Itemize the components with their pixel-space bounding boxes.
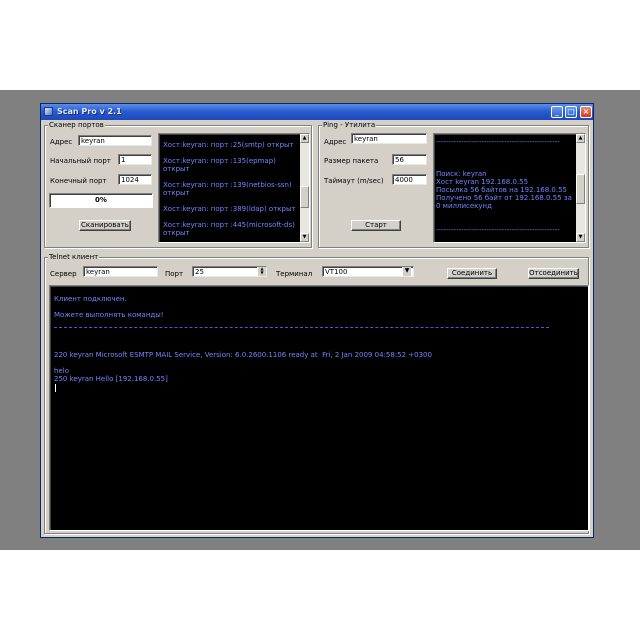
scroll-down-icon[interactable]: ▼ (300, 233, 309, 242)
terminal-label: Терминал (276, 270, 313, 278)
ping-output-scrollbar[interactable]: ▲ ▼ (576, 134, 585, 242)
console-line: Получено 56 байт от 192.168.0.55 за (436, 194, 572, 202)
server-label: Сервер (50, 270, 77, 278)
scroll-down-icon[interactable]: ▼ (576, 233, 585, 242)
scan-progress-text: 0% (95, 196, 107, 204)
console-divider (54, 327, 549, 328)
ping-utility-title: Ping - Утилита (322, 121, 377, 130)
ping-address-label: Адрес (324, 138, 347, 146)
ping-output-list[interactable]: ----------------------------------------… (433, 133, 586, 243)
telnet-client-title: Telnet клиент (48, 253, 100, 262)
console-line: ----------------------------------------… (436, 138, 560, 146)
window-title: Scan Pro v 2.1 (57, 107, 122, 116)
server-input[interactable]: keyran (83, 266, 158, 277)
start-port-input[interactable]: 1 (118, 154, 152, 165)
console-line: Хост keyran 192.168.0.55 (436, 178, 529, 186)
console-line: 220 keyran Microsoft ESMTP MAIL Service,… (54, 351, 432, 359)
disconnect-button[interactable]: Отсоединить (528, 268, 579, 279)
telnet-console[interactable]: Клиент подключен. Можете выполнять команд… (49, 285, 589, 531)
scanner-address-label: Адрес (50, 138, 73, 146)
console-line: Хост:keyran: порт :25(smtp) открыт (163, 141, 294, 149)
scan-results-list[interactable]: Хост:keyran: порт :25(smtp) открыт Хост:k… (158, 133, 310, 243)
packet-size-input[interactable]: 56 (392, 154, 427, 165)
ping-output-lines: ----------------------------------------… (436, 138, 585, 234)
title-bar[interactable]: Scan Pro v 2.1 _ □ × (41, 104, 593, 120)
app-icon (44, 107, 53, 116)
packet-size-label: Размер пакета (324, 157, 379, 165)
telnet-console-lines: Клиент подключен. Можете выполнять команд… (54, 295, 588, 383)
port-scanner-title: Сканер портов (48, 121, 105, 130)
end-port-label: Конечный порт (50, 177, 107, 185)
console-line: Поиск: keyran (436, 170, 487, 178)
port-label: Порт (165, 270, 184, 278)
console-line: Хост:keyran: порт :135(epmap) (163, 157, 276, 165)
scan-progress-bar: 0% (49, 193, 153, 208)
console-line: helo (54, 367, 69, 375)
console-line: Клиент подключен. (54, 295, 127, 303)
scroll-up-icon[interactable]: ▲ (300, 134, 309, 143)
console-line: открыт (163, 229, 190, 237)
chevron-down-icon[interactable]: ▼ (402, 267, 411, 276)
end-port-input[interactable]: 1024 (118, 174, 152, 185)
app-window: Scan Pro v 2.1 _ □ × Сканер портов Адрес… (40, 103, 594, 538)
ping-address-input[interactable]: keyran (351, 133, 427, 144)
scroll-thumb[interactable] (576, 174, 585, 204)
start-port-label: Начальный порт (50, 157, 111, 165)
timeout-label: Таймаут (m/sec) (324, 177, 384, 185)
scan-button[interactable]: Сканировать (79, 220, 131, 231)
console-line: Хост:keyran: порт :139(netbios-ssn) (163, 181, 292, 189)
scan-results-scrollbar[interactable]: ▲ ▼ (300, 134, 309, 242)
telnet-client-group: Telnet клиент Сервер keyran Порт 25 ▲ ▼ Т… (44, 253, 589, 534)
scanner-address-input[interactable]: keyran (78, 135, 152, 146)
connect-button[interactable]: Соединить (447, 268, 497, 279)
port-scanner-group: Сканер портов Адрес keyran Начальный пор… (44, 121, 312, 248)
terminal-select[interactable]: VT100 (322, 266, 414, 277)
text-cursor (55, 384, 56, 392)
minimize-icon[interactable]: _ (551, 106, 563, 118)
timeout-input[interactable]: 4000 (392, 174, 427, 185)
port-input[interactable]: 25 (192, 266, 267, 277)
ping-start-button[interactable]: Старт (351, 220, 401, 231)
scroll-up-icon[interactable]: ▲ (576, 134, 585, 143)
console-line: 0 миллисекунд (436, 202, 492, 210)
console-line: ----------------------------------------… (436, 226, 560, 234)
console-line: Можете выполнять команды! (54, 311, 164, 319)
maximize-icon[interactable]: □ (565, 106, 577, 118)
console-line: открыт (163, 165, 190, 173)
ping-utility-group: Ping - Утилита Адрес keyran Размер пакет… (318, 121, 589, 248)
console-line: Хост:keyran: порт :389(ldap) открыт (163, 205, 296, 213)
console-line: Посылка 56 байтов на 192.168.0.55 (436, 186, 567, 194)
scan-results-lines: Хост:keyran: порт :25(smtp) открыт Хост:k… (163, 141, 309, 237)
port-spinner-icon[interactable]: ▲ ▼ (257, 267, 266, 276)
console-line: 250 keyran Hello [192.168.0.55] (54, 375, 168, 383)
scroll-thumb[interactable] (300, 186, 309, 208)
console-line: Хост:keyran: порт :445(microsoft-ds) (163, 221, 295, 229)
close-icon[interactable]: × (580, 106, 592, 118)
console-line: открыт (163, 189, 190, 197)
